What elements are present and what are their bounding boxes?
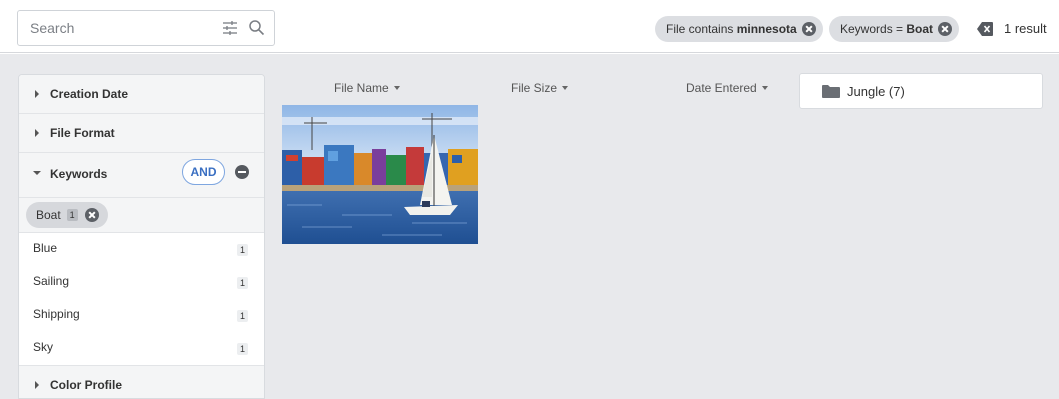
sliders-icon[interactable] — [222, 20, 238, 36]
result-count: 1 result — [1004, 21, 1047, 36]
keyword-option-label: Blue — [33, 241, 58, 255]
selected-keyword-label: Boat — [36, 208, 61, 222]
keyword-option[interactable]: Sky 1 — [19, 332, 264, 365]
main-area: Creation Date File Format Keywords AND B… — [0, 54, 1059, 399]
caret-right-icon — [35, 90, 39, 98]
keywords-operator-button[interactable]: AND — [182, 159, 225, 185]
filter-chip-value: Boat — [906, 22, 934, 36]
facet-file-format[interactable]: File Format — [19, 114, 264, 153]
facet-keywords[interactable]: Keywords AND — [19, 153, 264, 198]
selected-keywords: Boat 1 — [19, 198, 264, 233]
column-date-entered[interactable]: Date Entered — [686, 81, 768, 95]
facet-sidebar: Creation Date File Format Keywords AND B… — [18, 74, 265, 399]
keyword-option-count: 1 — [237, 343, 248, 355]
filter-chip-value: minnesota — [736, 22, 797, 36]
column-file-size[interactable]: File Size — [511, 81, 569, 95]
keyword-option[interactable]: Shipping 1 — [19, 299, 264, 332]
keyword-option[interactable]: Sailing 1 — [19, 266, 264, 299]
search-box — [17, 10, 275, 46]
keyword-option-count: 1 — [237, 310, 248, 322]
keyword-option-label: Sailing — [33, 274, 70, 288]
keyword-option-count: 1 — [237, 277, 248, 289]
facet-label: Color Profile — [50, 378, 123, 392]
sort-caret-icon — [761, 86, 768, 90]
keyword-option[interactable]: Blue 1 — [19, 233, 264, 266]
column-label: File Name — [334, 81, 389, 95]
selected-keyword-chip[interactable]: Boat 1 — [26, 202, 108, 228]
sort-caret-icon — [393, 86, 400, 90]
column-label: Date Entered — [686, 81, 757, 95]
remove-filter-icon[interactable] — [801, 22, 816, 36]
remove-keyword-icon[interactable] — [84, 208, 99, 222]
facet-label: File Format — [50, 126, 115, 140]
filter-chip-file-contains[interactable]: File contains minnesota — [655, 16, 823, 42]
facet-creation-date[interactable]: Creation Date — [19, 75, 264, 114]
keyword-option-label: Shipping — [33, 307, 80, 321]
keyword-option-label: Sky — [33, 340, 54, 354]
result-thumbnail[interactable] — [282, 105, 478, 244]
folder-icon — [822, 85, 840, 98]
collapse-minus-icon[interactable] — [235, 165, 249, 179]
caret-right-icon — [35, 129, 39, 137]
filter-chip-prefix: Keywords = — [840, 22, 907, 36]
keyword-option-count: 1 — [237, 244, 248, 256]
search-input[interactable] — [18, 11, 208, 45]
facet-color-profile[interactable]: Color Profile — [19, 365, 264, 398]
top-bar: File contains minnesota Keywords = Boat … — [0, 0, 1059, 53]
folder-item[interactable]: Jungle (7) — [799, 73, 1043, 109]
selected-keyword-count: 1 — [66, 209, 78, 221]
backspace-icon[interactable] — [977, 22, 993, 36]
column-label: File Size — [511, 81, 558, 95]
sort-caret-icon — [562, 86, 569, 90]
caret-right-icon — [35, 381, 39, 389]
facet-label: Creation Date — [50, 87, 129, 101]
search-icon[interactable] — [248, 19, 265, 36]
folder-label: Jungle (7) — [847, 84, 905, 99]
column-file-name[interactable]: File Name — [334, 81, 400, 95]
facet-label: Keywords — [50, 167, 108, 181]
filter-chip-prefix: File contains — [666, 22, 737, 36]
caret-down-icon — [33, 171, 41, 175]
remove-filter-icon[interactable] — [938, 22, 953, 36]
filter-chip-keywords[interactable]: Keywords = Boat — [829, 16, 960, 42]
